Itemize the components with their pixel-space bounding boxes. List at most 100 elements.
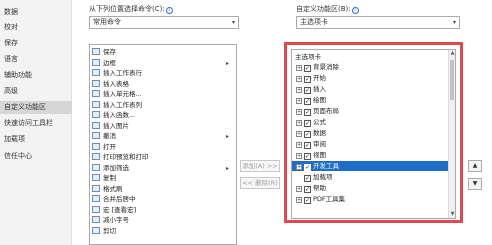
move-down-button[interactable]: ▼ bbox=[468, 178, 482, 190]
command-item[interactable]: 打印预览和打印 bbox=[92, 153, 232, 162]
command-label: 边框 bbox=[103, 58, 116, 67]
customize-ribbon-dropdown[interactable]: 主选项卡 ▾ bbox=[296, 16, 460, 29]
command-item[interactable]: 保存 bbox=[92, 48, 232, 57]
sidebar-item-trust-center[interactable]: 信任中心 bbox=[0, 150, 72, 163]
tab-checkbox[interactable]: ✓ bbox=[304, 164, 311, 171]
scroll-thumb[interactable] bbox=[450, 60, 454, 100]
sidebar-item-language[interactable]: 语言 bbox=[0, 53, 72, 66]
sidebar-item-data[interactable]: 数据 bbox=[0, 6, 72, 19]
command-item[interactable]: 插入工作表列 bbox=[92, 100, 232, 110]
ribbon-tab-item[interactable]: + ✓ 数据 bbox=[292, 128, 455, 138]
expand-icon[interactable]: + bbox=[296, 76, 302, 82]
sidebar-item-add-ins[interactable]: 加载项 bbox=[0, 133, 72, 146]
commands-list[interactable]: 保存边框 ▸ 插入工作表行 插入表格 插入单元格... 插入工作表列 插入函数... 插入图片… bbox=[89, 44, 237, 245]
ribbon-tab-label: 插入 bbox=[313, 85, 326, 93]
expand-icon[interactable]: + bbox=[296, 131, 302, 137]
expand-icon[interactable]: + bbox=[296, 164, 302, 170]
ribbon-tab-item[interactable]: + ✓ PDF工具集 bbox=[292, 194, 455, 204]
move-up-button[interactable]: ▲ bbox=[468, 160, 482, 172]
tab-checkbox[interactable]: ✓ bbox=[304, 120, 311, 127]
command-item[interactable]: 撤消 ▸ bbox=[92, 132, 232, 141]
sidebar-item-advanced[interactable]: 高级 bbox=[0, 85, 72, 98]
command-item[interactable]: 格式刷 bbox=[92, 184, 232, 194]
tab-checkbox[interactable]: ✓ bbox=[304, 131, 311, 138]
command-item[interactable]: 插入工作表行 bbox=[92, 69, 232, 78]
expand-icon[interactable]: + bbox=[296, 142, 302, 148]
command-icon bbox=[92, 174, 100, 181]
choose-commands-dropdown-value: 常用命令 bbox=[93, 18, 121, 26]
expand-icon[interactable]: + bbox=[296, 153, 302, 159]
ribbon-tab-label: 公式 bbox=[313, 118, 326, 126]
ribbon-tab-item[interactable]: + ✓ 帮助 bbox=[292, 183, 455, 193]
command-label: 合并后居中 bbox=[103, 195, 136, 203]
ribbon-tab-item[interactable]: + ✓ 开始 bbox=[292, 73, 455, 83]
command-label: 插入图片 bbox=[103, 121, 129, 130]
expand-icon[interactable]: + bbox=[296, 197, 302, 203]
tree-scrollbar[interactable]: ▲ ▼ bbox=[448, 50, 455, 218]
command-item[interactable]: 打开 bbox=[92, 142, 232, 152]
ribbon-tab-label: 帮助 bbox=[313, 184, 326, 192]
ribbon-tab-item[interactable]: + ✓ 审阅 bbox=[292, 139, 455, 149]
command-item[interactable]: 宏 [查看宏] bbox=[92, 205, 232, 215]
expand-icon[interactable]: + bbox=[296, 87, 302, 93]
expand-icon[interactable]: + bbox=[296, 186, 302, 192]
command-label: 保存 bbox=[103, 48, 116, 56]
tab-checkbox[interactable]: ✓ bbox=[304, 87, 311, 94]
ribbon-tab-label: PDF工具集 bbox=[313, 195, 346, 203]
command-label: 格式刷 bbox=[103, 184, 123, 193]
ribbon-tab-item[interactable]: + ✓ 页面布局 bbox=[292, 106, 455, 116]
ribbon-tab-item[interactable]: + ✓ 插入 bbox=[292, 84, 455, 94]
command-item[interactable]: 剪切 bbox=[92, 226, 232, 236]
command-label: 添加筛选 bbox=[103, 163, 129, 172]
command-icon bbox=[92, 226, 100, 234]
ribbon-tab-label: 页面布局 bbox=[313, 107, 339, 115]
command-icon bbox=[92, 58, 100, 66]
tab-checkbox[interactable]: ✓ bbox=[304, 175, 311, 182]
ribbon-tab-label: 开发工具 bbox=[313, 162, 339, 170]
command-item[interactable]: 插入函数... bbox=[92, 111, 232, 120]
command-item[interactable]: 插入图片 bbox=[92, 121, 232, 131]
choose-commands-dropdown[interactable]: 常用命令 ▾ bbox=[89, 16, 239, 29]
tab-checkbox[interactable]: ✓ bbox=[304, 197, 311, 204]
command-item[interactable]: 边框 ▸ bbox=[92, 58, 232, 68]
command-item[interactable]: 插入单元格... bbox=[92, 90, 232, 99]
scroll-down-icon[interactable]: ▼ bbox=[449, 211, 455, 218]
sidebar-item-quick-access-toolbar[interactable]: 快速访问工具栏 bbox=[0, 117, 72, 130]
tab-checkbox[interactable]: ✓ bbox=[304, 65, 311, 72]
tab-checkbox[interactable]: ✓ bbox=[304, 142, 311, 149]
ribbon-tab-label: 数据 bbox=[313, 129, 326, 137]
command-icon bbox=[92, 69, 100, 76]
sidebar-item-proofing[interactable]: 校对 bbox=[0, 21, 72, 34]
command-icon bbox=[92, 79, 100, 87]
ribbon-tab-item[interactable]: + ✓ 视图 bbox=[292, 150, 455, 160]
ribbon-tab-item[interactable]: + ✓ 开发工具 bbox=[292, 161, 455, 171]
ribbon-tab-item[interactable]: + ✓ 背景消除 bbox=[292, 62, 455, 72]
expand-icon[interactable]: + bbox=[296, 120, 302, 126]
expand-icon[interactable]: + bbox=[296, 109, 302, 115]
command-item[interactable]: 添加筛选 ▸ bbox=[92, 163, 232, 173]
sidebar-item-accessibility[interactable]: 辅助功能 bbox=[0, 69, 72, 82]
ribbon-tabs-tree[interactable]: 主选项卡 + ✓ 背景消除 + ✓ 开始 + ✓ 插入 + ✓ 绘图 + ✓ 页面布局 + ✓ 公式 + ✓ 数据 + ✓ 审… bbox=[291, 49, 456, 219]
remove-button[interactable]: << 删除(R) bbox=[240, 177, 280, 189]
ribbon-tab-item[interactable]: + ✓ 公式 bbox=[292, 117, 455, 127]
customize-ribbon-label-text: 自定义功能区(B): bbox=[296, 5, 351, 13]
command-icon bbox=[92, 132, 100, 139]
ribbon-tab-item[interactable]: + ✓ 绘图 bbox=[292, 95, 455, 105]
command-item[interactable]: 复制 bbox=[92, 174, 232, 183]
scroll-up-icon[interactable]: ▲ bbox=[449, 50, 455, 57]
command-label: 打印预览和打印 bbox=[103, 153, 149, 161]
expand-icon[interactable]: + bbox=[296, 98, 302, 104]
command-item[interactable]: 减小字号 bbox=[92, 216, 232, 225]
expand-icon[interactable]: + bbox=[296, 65, 302, 71]
command-item[interactable]: 合并后居中 bbox=[92, 195, 232, 204]
tab-checkbox[interactable]: ✓ bbox=[304, 109, 311, 116]
tab-checkbox[interactable]: ✓ bbox=[304, 98, 311, 105]
tab-checkbox[interactable]: ✓ bbox=[304, 76, 311, 83]
sidebar-item-save[interactable]: 保存 bbox=[0, 37, 72, 50]
tab-checkbox[interactable]: ✓ bbox=[304, 186, 311, 193]
command-item[interactable]: 插入表格 bbox=[92, 79, 232, 89]
ribbon-tab-item[interactable]: ✓ 加载项 bbox=[292, 172, 455, 182]
tab-checkbox[interactable]: ✓ bbox=[304, 153, 311, 160]
add-button[interactable]: 添加(A) >> bbox=[240, 160, 280, 172]
sidebar-item-customize-ribbon[interactable]: 自定义功能区 bbox=[0, 101, 72, 114]
